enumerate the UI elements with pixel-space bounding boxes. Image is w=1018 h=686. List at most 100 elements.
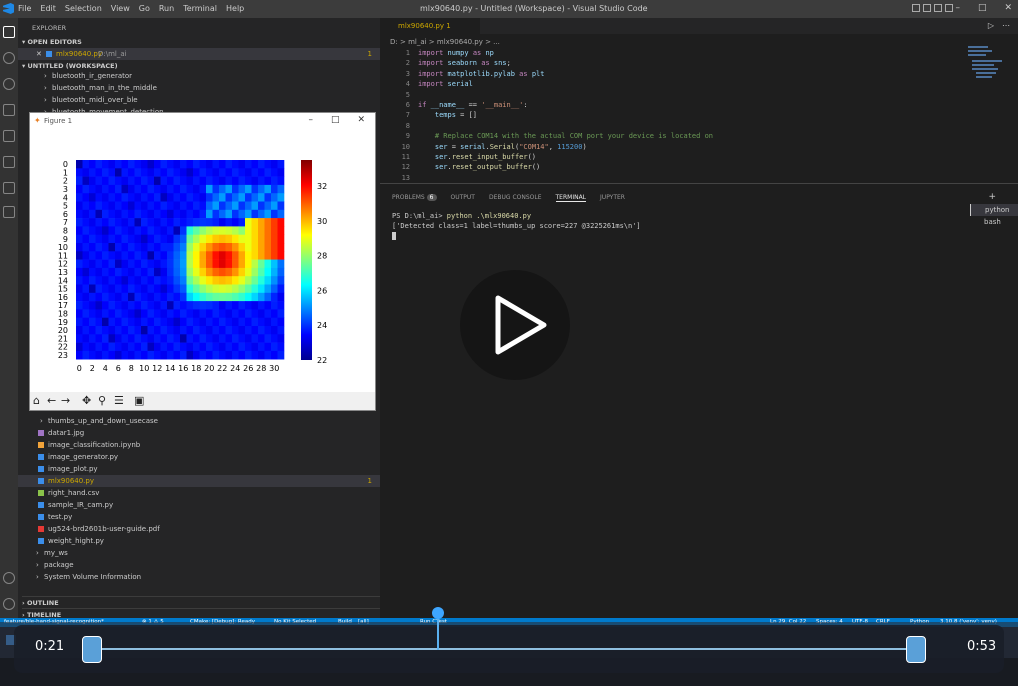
menu-go[interactable]: Go — [139, 4, 150, 13]
heatmap-cell — [167, 201, 174, 211]
run-file-icon[interactable]: ▷ — [988, 21, 994, 30]
file-item[interactable]: weight_hight.py — [18, 535, 380, 547]
file-item-active[interactable]: mlx90640.py 1 — [18, 475, 380, 487]
tab-output[interactable]: OUTPUT — [451, 194, 475, 202]
run-debug-icon[interactable] — [3, 104, 15, 116]
folder-item[interactable]: › thumbs_up_and_down_usecase — [18, 415, 380, 427]
tab-mlx90640[interactable]: mlx90640.py 1 — [380, 18, 480, 34]
docker-icon[interactable] — [3, 206, 15, 218]
heatmap-cell — [199, 259, 207, 269]
file-item[interactable]: image_plot.py — [18, 463, 380, 475]
toggle-secondary-icon[interactable] — [945, 4, 953, 12]
tab-problems[interactable]: PROBLEMS 6 — [392, 194, 437, 202]
menu-run[interactable]: Run — [159, 4, 174, 13]
heatmap-cell — [95, 301, 103, 310]
toggle-editor-icon[interactable] — [923, 4, 931, 12]
breadcrumb[interactable]: D: > ml_ai > mlx90640.py > ... — [390, 38, 500, 46]
heatmap-cell — [154, 276, 161, 285]
heatmap-cell — [167, 234, 174, 244]
file-item[interactable]: image_classification.ipynb — [18, 439, 380, 451]
menu-file[interactable]: File — [18, 4, 31, 13]
heatmap-cell — [232, 301, 239, 310]
trim-start-handle[interactable] — [82, 636, 102, 663]
trim-track[interactable] — [92, 648, 918, 650]
heatmap-cell — [232, 267, 239, 277]
maximize-icon[interactable]: □ — [978, 3, 987, 13]
heatmap-cell — [232, 218, 239, 227]
outline-section[interactable]: › OUTLINE — [22, 596, 380, 607]
testing-icon[interactable] — [3, 156, 15, 168]
figure-maximize-icon[interactable]: □ — [331, 115, 340, 125]
heatmap-cell — [173, 309, 181, 318]
heatmap-cell — [245, 342, 252, 352]
file-item[interactable]: image_generator.py — [18, 451, 380, 463]
file-item[interactable]: sample_IR_cam.py — [18, 499, 380, 511]
close-icon[interactable]: ✕ — [1004, 3, 1012, 13]
folder-item[interactable]: › bluetooth_midi_over_ble — [18, 94, 380, 106]
folder-item[interactable]: › System Volume Information — [18, 571, 380, 583]
file-item[interactable]: right_hand.csv — [18, 487, 380, 499]
file-item[interactable]: ug524-brd2601b-user-guide.pdf — [18, 523, 380, 535]
file-item[interactable]: datar1.jpg — [18, 427, 380, 439]
terminal-bash[interactable]: bash — [970, 216, 1018, 228]
heatmap-cell — [193, 184, 200, 194]
heatmap-cell — [258, 342, 265, 352]
zoom-icon[interactable]: ⚲ — [98, 394, 106, 407]
remote-icon[interactable] — [3, 182, 15, 194]
extensions-icon[interactable] — [3, 130, 15, 142]
folder-item[interactable]: › package — [18, 559, 380, 571]
search-icon[interactable] — [3, 52, 15, 64]
menu-view[interactable]: View — [111, 4, 130, 13]
heatmap-cell — [193, 301, 200, 310]
menu-help[interactable]: Help — [226, 4, 244, 13]
heatmap-cell — [206, 292, 213, 302]
save-figure-icon[interactable]: ▣ — [134, 394, 144, 407]
open-editors-section[interactable]: ▾ OPEN EDITORS — [22, 38, 82, 46]
playhead-handle[interactable] — [432, 607, 444, 619]
heatmap-cell — [245, 226, 252, 235]
heatmap-cell — [219, 160, 226, 169]
figure-close-icon[interactable]: ✕ — [357, 115, 365, 125]
heatmap-cell — [167, 218, 174, 227]
new-terminal-icon[interactable]: + — [988, 192, 996, 202]
open-editor-item[interactable]: ✕ mlx90640.py D:\ml_ai 1 — [18, 48, 380, 60]
folder-item[interactable]: › bluetooth_ir_generator — [18, 70, 380, 82]
source-control-icon[interactable] — [3, 78, 15, 90]
close-editor-icon[interactable]: ✕ — [36, 48, 42, 60]
tab-debug-console[interactable]: DEBUG CONSOLE — [489, 194, 542, 202]
home-icon[interactable]: ⌂ — [33, 394, 40, 407]
forward-arrow-icon[interactable]: → — [61, 394, 70, 407]
figure-minimize-icon[interactable]: – — [308, 115, 313, 125]
file-item[interactable]: test.py — [18, 511, 380, 523]
minimize-icon[interactable]: – — [955, 3, 960, 13]
menu-selection[interactable]: Selection — [65, 4, 102, 13]
back-arrow-icon[interactable]: ← — [47, 394, 56, 407]
video-play-button[interactable] — [460, 270, 570, 380]
toggle-panel-icon[interactable] — [934, 4, 942, 12]
terminal-python[interactable]: python — [970, 204, 1018, 216]
workspace-section[interactable]: ▾ UNTITLED (WORKSPACE) — [22, 62, 118, 70]
pan-icon[interactable]: ✥ — [82, 394, 91, 407]
heatmap-cell — [180, 243, 187, 252]
menu-edit[interactable]: Edit — [40, 4, 56, 13]
heatmap-cell — [173, 276, 181, 285]
toggle-sidebar-icon[interactable] — [912, 4, 920, 12]
configure-subplots-icon[interactable]: ☰ — [114, 394, 124, 407]
explorer-icon[interactable] — [3, 26, 15, 38]
heatmap-cell — [134, 209, 142, 219]
heatmap-cell — [212, 234, 220, 244]
minimap[interactable] — [966, 44, 1016, 94]
tab-terminal[interactable]: TERMINAL — [555, 194, 587, 202]
heatmap-cell — [271, 267, 278, 277]
heatmap-cell — [219, 176, 226, 186]
trim-end-handle[interactable] — [906, 636, 926, 663]
folder-item[interactable]: › my_ws — [18, 547, 380, 559]
folder-item[interactable]: › bluetooth_man_in_the_middle — [18, 82, 380, 94]
heatmap-cell — [108, 209, 116, 219]
account-icon[interactable] — [3, 572, 15, 584]
settings-gear-icon[interactable] — [3, 598, 15, 610]
heatmap-cell — [108, 251, 116, 260]
tab-jupyter[interactable]: JUPYTER — [600, 194, 625, 202]
menu-terminal[interactable]: Terminal — [183, 4, 217, 13]
more-actions-icon[interactable]: ⋯ — [1002, 21, 1010, 30]
